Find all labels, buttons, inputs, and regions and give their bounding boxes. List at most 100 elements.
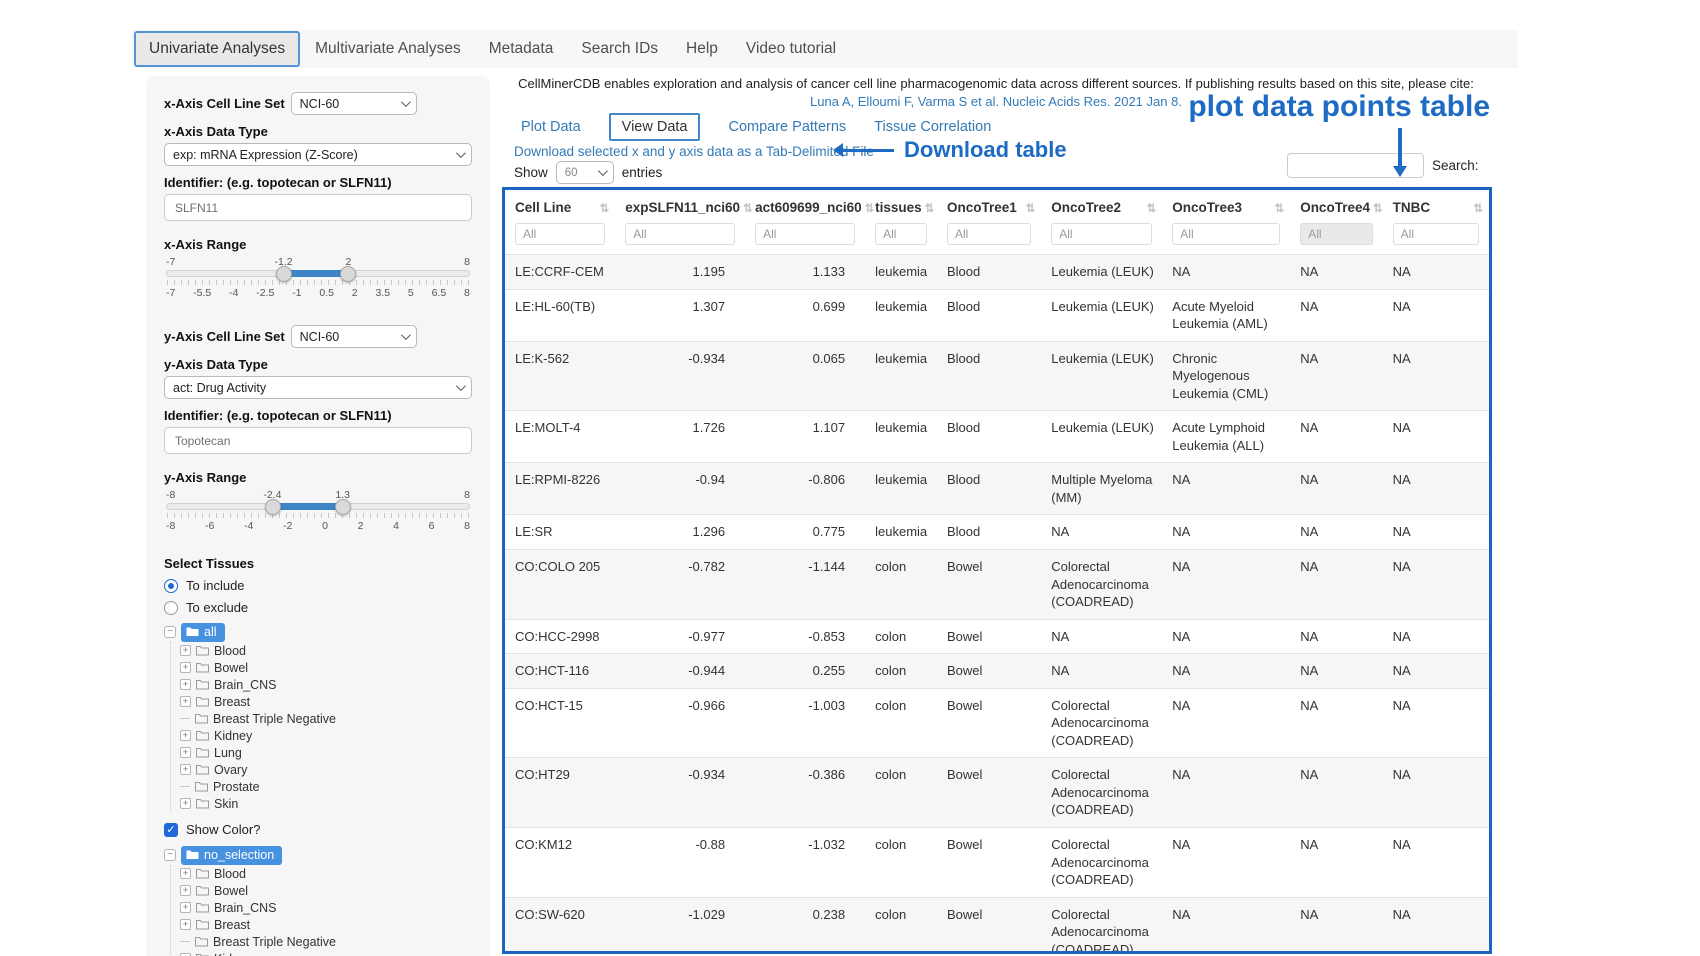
expand-icon[interactable]: + [180,798,191,809]
tree-item-kidney[interactable]: +Kidney [180,727,472,744]
column-header-act609699-nci60[interactable]: act609699_nci60⇅ [745,190,865,222]
tab-tissue-correlation[interactable]: Tissue Correlation [874,119,991,135]
x-data-type-select[interactable]: exp: mRNA Expression (Z-Score) [164,143,472,166]
cell-expslfn11-nci60: -0.934 [615,341,745,411]
expand-icon[interactable]: + [180,885,191,896]
filter-input-oncotree4[interactable] [1300,223,1372,245]
table-row: CO:COLO 205-0.782-1.144colonBowelColorec… [505,550,1489,620]
radio-to-exclude[interactable]: To exclude [164,600,472,615]
slider-min-label: -7 [166,256,175,268]
filter-input-tnbc[interactable] [1393,223,1479,245]
expand-icon[interactable]: + [180,696,191,707]
tree-item-blood[interactable]: +Blood [180,642,472,659]
slider-handle-high[interactable] [340,266,356,282]
tree-item-blood[interactable]: +Blood [180,865,472,882]
nav-item-help[interactable]: Help [673,33,731,65]
column-header-oncotree1[interactable]: OncoTree1⇅ [937,190,1041,222]
collapse-icon[interactable]: − [164,849,176,861]
cell-act609699-nci60: 0.238 [745,897,865,954]
nav-item-multivariate-analyses[interactable]: Multivariate Analyses [302,33,474,65]
radio-to-include[interactable]: To include [164,578,472,593]
column-header-tissues[interactable]: tissues⇅ [865,190,937,222]
table-row: LE:SR1.2960.775leukemiaBloodNANANANA [505,515,1489,550]
tree-item-kidney[interactable]: +Kidney [180,950,472,956]
tree-item-ovary[interactable]: +Ovary [180,761,472,778]
sort-icon[interactable]: ⇅ [1026,201,1036,215]
cell-tissues: leukemia [865,463,937,515]
expand-icon[interactable]: + [180,868,191,879]
collapse-icon[interactable]: − [164,626,176,638]
slider-tick-label: 2 [358,520,364,532]
y-range-slider[interactable]: -8-2.41.38-8-6-4-202468 [166,489,470,532]
tree-item-brain-cns[interactable]: +Brain_CNS [180,899,472,916]
filter-input-expslfn11-nci60[interactable] [625,223,735,245]
expand-icon[interactable]: + [180,902,191,913]
nav-item-search-ids[interactable]: Search IDs [568,33,671,65]
expand-icon[interactable]: + [180,662,191,673]
filter-input-oncotree1[interactable] [947,223,1031,245]
expand-icon[interactable]: + [180,645,191,656]
tree-root-no-selection[interactable]: −no_selection [164,845,472,865]
x-cell-line-set-select[interactable]: NCI-60 [291,92,417,115]
tree-item-bowel[interactable]: +Bowel [180,882,472,899]
slider-handle-low[interactable] [276,266,292,282]
sort-icon[interactable]: ⇅ [925,201,935,215]
slider-handle-high[interactable] [335,499,351,515]
expand-icon[interactable]: + [180,747,191,758]
sort-icon[interactable]: ⇅ [1373,201,1383,215]
entries-count-select[interactable]: 60 [556,161,614,184]
filter-input-cell-line[interactable] [515,223,605,245]
column-header-oncotree3[interactable]: OncoTree3⇅ [1162,190,1290,222]
sort-icon[interactable]: ⇅ [600,201,610,215]
tree-item-breast[interactable]: +Breast [180,916,472,933]
show-color-checkbox[interactable]: Show Color? [164,822,472,837]
tree-item-lung[interactable]: +Lung [180,744,472,761]
filter-input-oncotree2[interactable] [1051,223,1152,245]
column-header-oncotree4[interactable]: OncoTree4⇅ [1290,190,1382,222]
tree-item-prostate[interactable]: Prostate [180,778,472,795]
tree-item-skin[interactable]: +Skin [180,795,472,812]
column-header-oncotree2[interactable]: OncoTree2⇅ [1041,190,1162,222]
sort-icon[interactable]: ⇅ [1147,201,1157,215]
y-cell-line-set-select[interactable]: NCI-60 [291,325,417,348]
tab-plot-data[interactable]: Plot Data [521,119,581,135]
tree-item-breast-triple-negative[interactable]: Breast Triple Negative [180,710,472,727]
y-data-type-select[interactable]: act: Drug Activity [164,376,472,399]
tree-root-all[interactable]: −all [164,622,472,642]
filter-input-oncotree3[interactable] [1172,223,1280,245]
sort-icon[interactable]: ⇅ [1275,201,1285,215]
slider-track[interactable] [166,270,470,277]
tree-item-breast[interactable]: +Breast [180,693,472,710]
column-header-expslfn11-nci60[interactable]: expSLFN11_nci60⇅ [615,190,745,222]
filter-input-tissues[interactable] [875,223,927,245]
expand-icon[interactable]: + [180,919,191,930]
tree-item-bowel[interactable]: +Bowel [180,659,472,676]
expand-icon[interactable]: + [180,679,191,690]
citation-text: CellMinerCDB enables exploration and ana… [500,76,1492,91]
cell-tissues: colon [865,619,937,654]
filter-input-act609699-nci60[interactable] [755,223,855,245]
column-header-tnbc[interactable]: TNBC⇅ [1383,190,1489,222]
expand-icon[interactable]: + [180,730,191,741]
sort-icon[interactable]: ⇅ [743,201,753,215]
tree-item-brain-cns[interactable]: +Brain_CNS [180,676,472,693]
x-identifier-input[interactable] [164,194,472,221]
slider-handle-low[interactable] [265,499,281,515]
sort-icon[interactable]: ⇅ [1473,201,1483,215]
expand-icon[interactable]: + [180,764,191,775]
download-tab-delimited-link[interactable]: Download selected x and y axis data as a… [514,144,874,159]
x-range-slider[interactable]: -7-1.228-7-5.5-4-2.5-10.523.556.58 [166,256,470,299]
tree-item-breast-triple-negative[interactable]: Breast Triple Negative [180,933,472,950]
nav-item-metadata[interactable]: Metadata [476,33,567,65]
column-header-cell-line[interactable]: Cell Line⇅ [505,190,615,222]
nav-item-univariate-analyses[interactable]: Univariate Analyses [134,31,300,67]
tab-view-data[interactable]: View Data [609,113,701,141]
nav-item-video-tutorial[interactable]: Video tutorial [733,33,849,65]
y-identifier-input[interactable] [164,427,472,454]
show-entries-control: Show 60 entries [514,161,662,184]
slider-tick-label: 2 [352,287,358,299]
cell-tissues: leukemia [865,341,937,411]
sort-icon[interactable]: ⇅ [865,201,875,215]
slider-track[interactable] [166,503,470,510]
tab-compare-patterns[interactable]: Compare Patterns [728,119,846,135]
